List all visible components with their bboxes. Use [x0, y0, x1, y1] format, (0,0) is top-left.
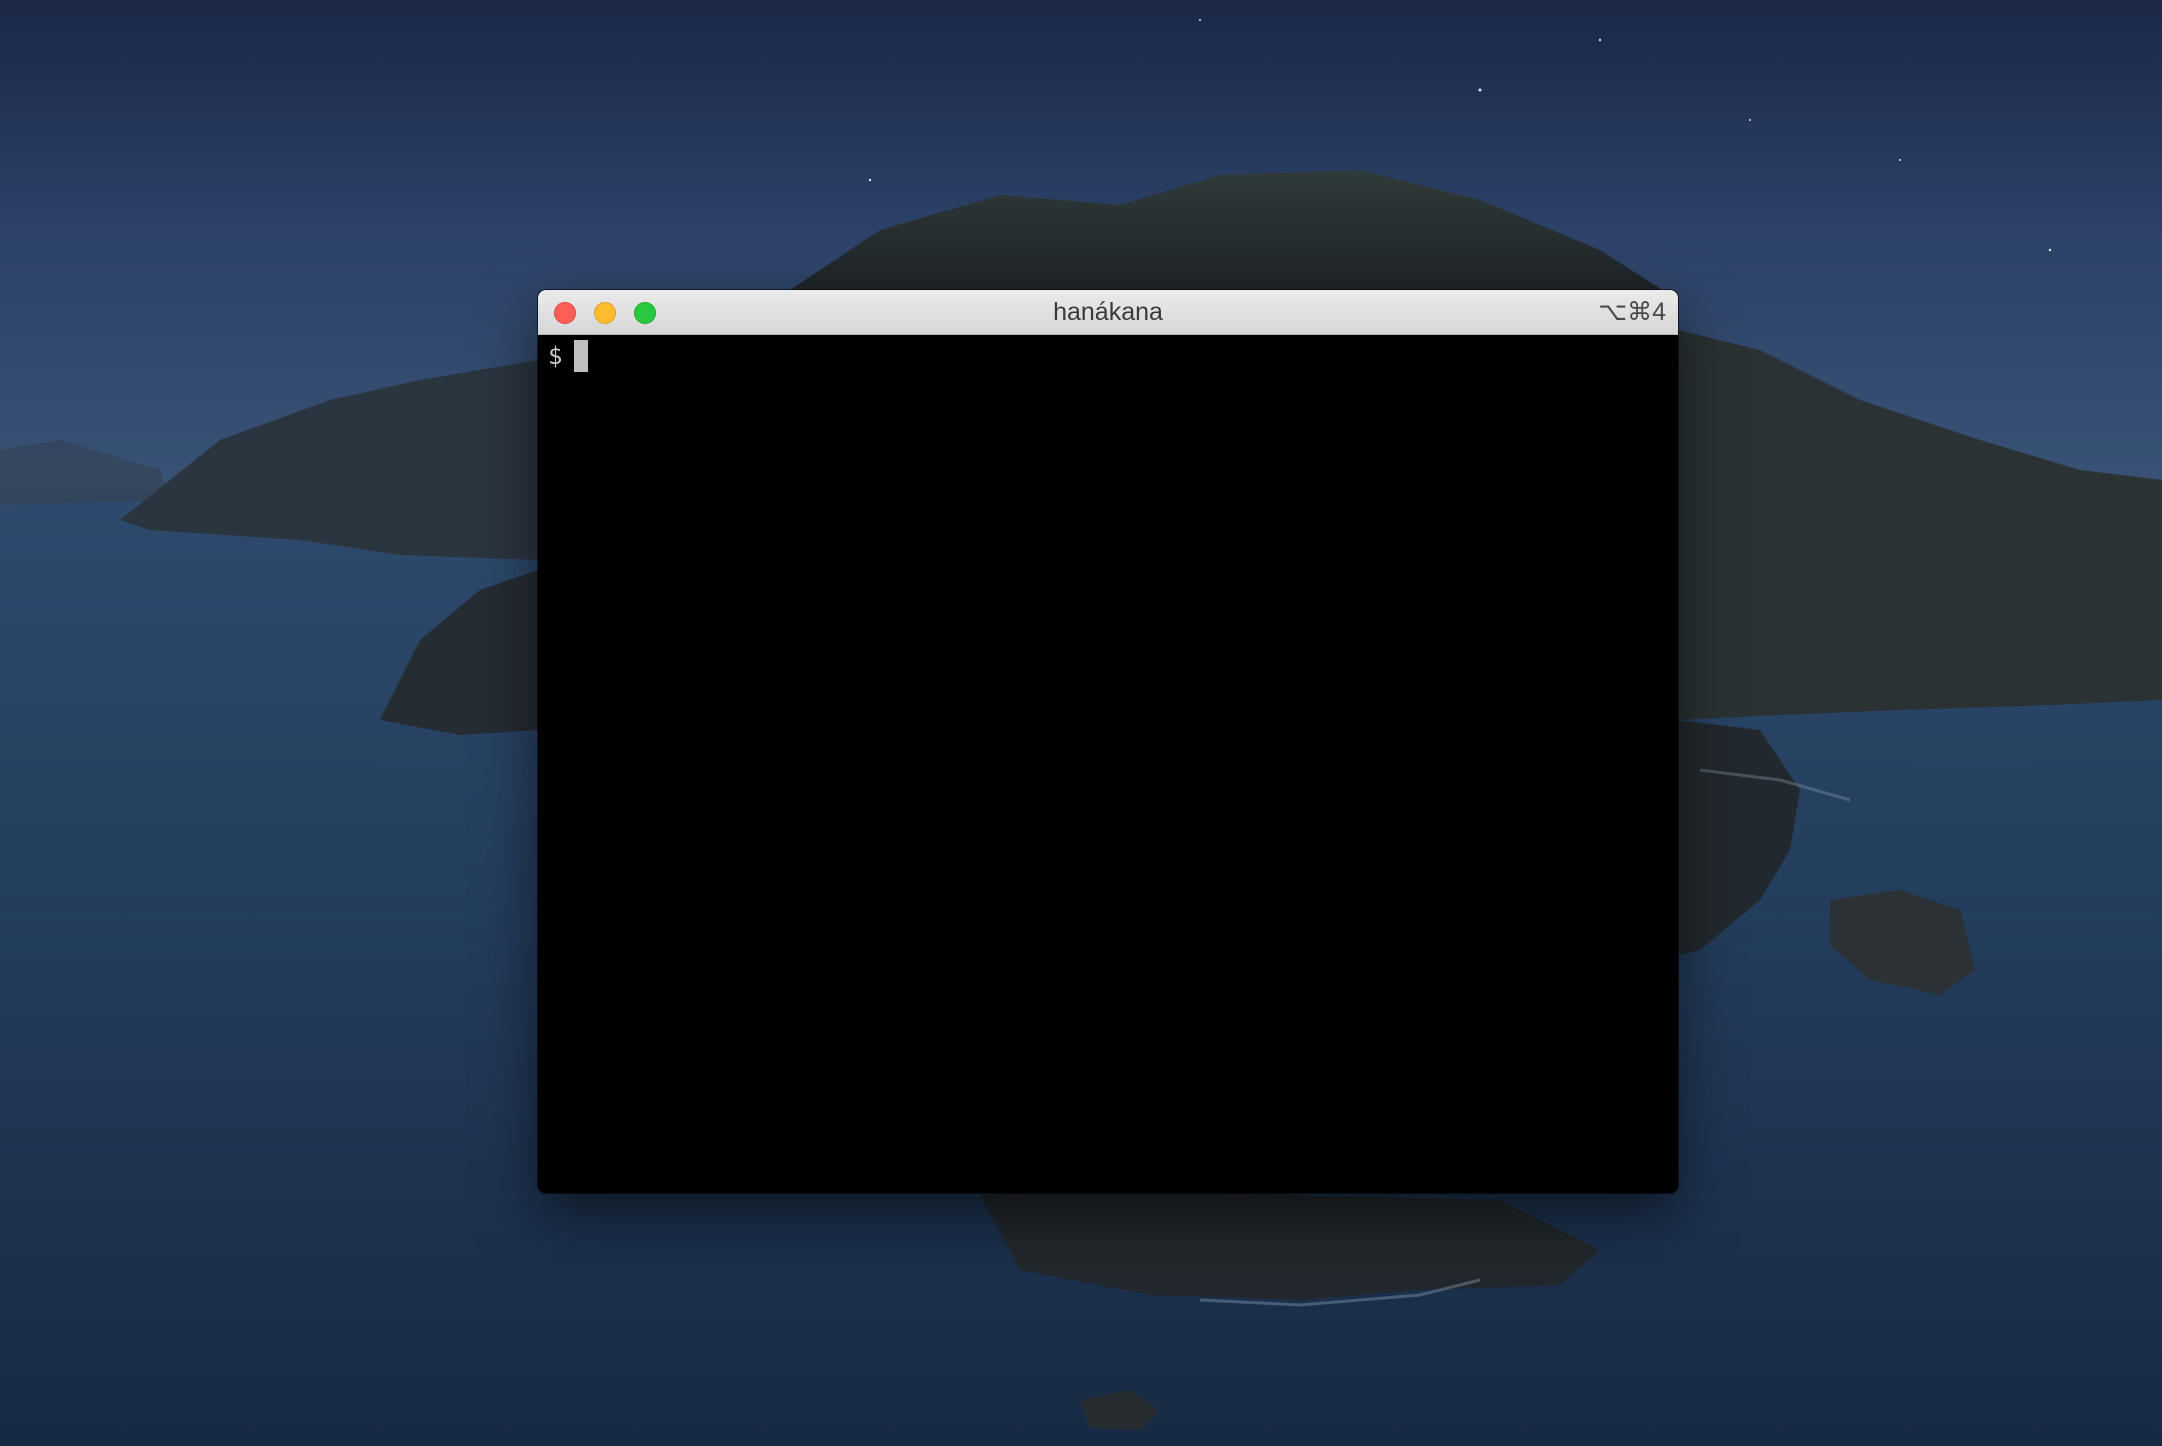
window-titlebar[interactable]: hanákana ⌥⌘4 [538, 290, 1678, 335]
prompt-line: $ [548, 339, 589, 373]
window-shortcut: ⌥⌘4 [1598, 298, 1666, 326]
terminal-content[interactable]: $ [538, 335, 1678, 1193]
window-title: hanákana [1053, 298, 1163, 326]
desktop: hanákana ⌥⌘4 $ [0, 0, 2162, 1446]
text-cursor [574, 340, 589, 372]
prompt-symbol: $ [548, 342, 563, 370]
terminal-window[interactable]: hanákana ⌥⌘4 $ [538, 290, 1678, 1193]
